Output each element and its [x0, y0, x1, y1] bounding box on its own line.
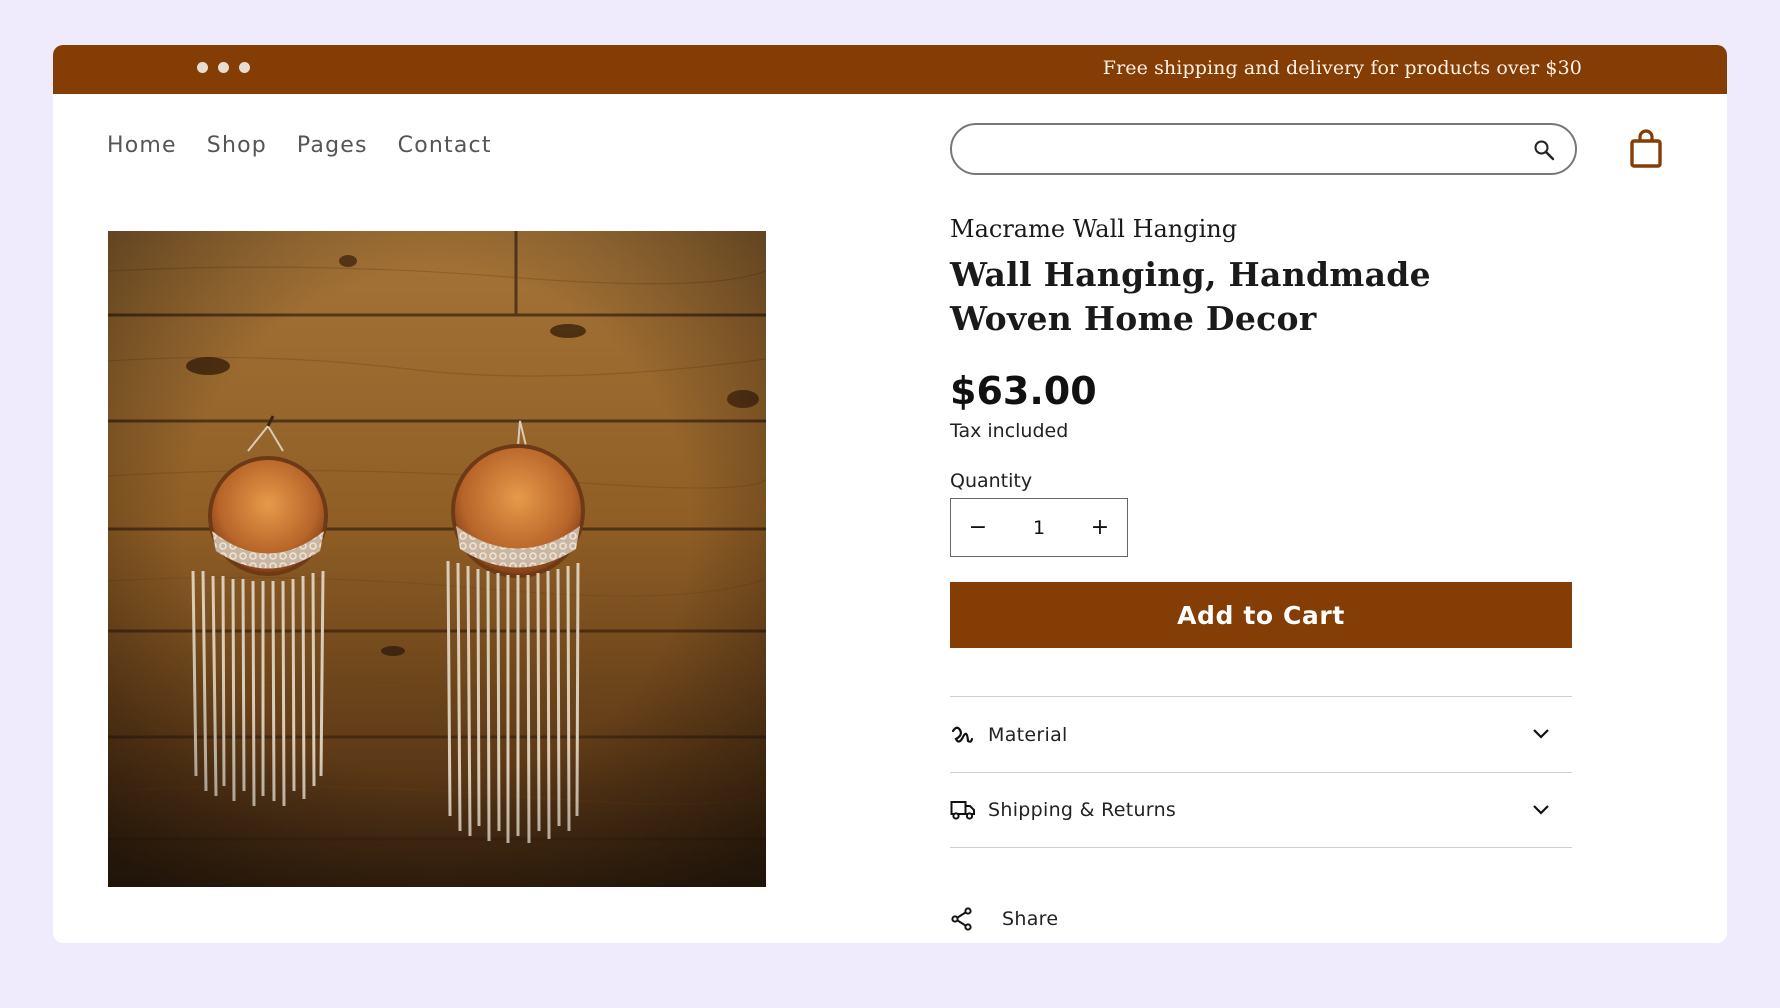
tax-note: Tax included: [950, 420, 1069, 442]
announcement-text: Free shipping and delivery for products …: [1102, 57, 1582, 79]
nav-item-contact[interactable]: Contact: [398, 133, 492, 158]
quantity-stepper: − +: [950, 498, 1128, 557]
product-title: Wall Hanging, Handmade Woven Home Decor: [950, 255, 1431, 338]
shopping-bag-icon[interactable]: [1629, 129, 1663, 173]
add-to-cart-button[interactable]: Add to Cart: [950, 582, 1572, 648]
nav-item-home[interactable]: Home: [107, 133, 177, 158]
increase-quantity-button[interactable]: +: [1073, 500, 1127, 556]
storefront-window: Free shipping and delivery for products …: [53, 45, 1727, 943]
accordion-shipping-returns[interactable]: Shipping & Returns: [950, 772, 1572, 848]
chevron-down-icon: [1532, 801, 1550, 820]
accordion-label: Shipping & Returns: [988, 799, 1177, 821]
window-dot: [239, 62, 250, 73]
main-nav: Home Shop Pages Contact: [107, 133, 492, 158]
accordion-label: Material: [988, 723, 1068, 746]
search-icon[interactable]: [1533, 139, 1555, 165]
product-image: [108, 231, 766, 887]
nav-item-shop[interactable]: Shop: [207, 133, 267, 158]
nav-item-pages[interactable]: Pages: [297, 133, 368, 158]
decrease-quantity-button[interactable]: −: [951, 500, 1005, 556]
window-dots: [197, 62, 250, 73]
product-accordion: Material Shipping & Returns: [950, 696, 1572, 848]
accordion-material[interactable]: Material: [950, 696, 1572, 772]
window-dot: [197, 62, 208, 73]
quantity-label: Quantity: [950, 470, 1033, 492]
truck-icon: [950, 797, 976, 823]
share-label: Share: [1002, 908, 1059, 930]
chevron-down-icon: [1532, 725, 1550, 744]
search-box: [950, 123, 1577, 175]
window-dot: [218, 62, 229, 73]
announcement-bar: Free shipping and delivery for products …: [53, 45, 1727, 94]
product-vendor: Macrame Wall Hanging: [950, 215, 1238, 243]
share-icon: [950, 906, 976, 932]
share-button[interactable]: Share: [950, 906, 1058, 932]
search-input[interactable]: [952, 125, 1512, 173]
product-price: $63.00: [950, 369, 1097, 413]
quantity-input[interactable]: [1009, 516, 1069, 539]
thread-icon: [950, 722, 976, 748]
